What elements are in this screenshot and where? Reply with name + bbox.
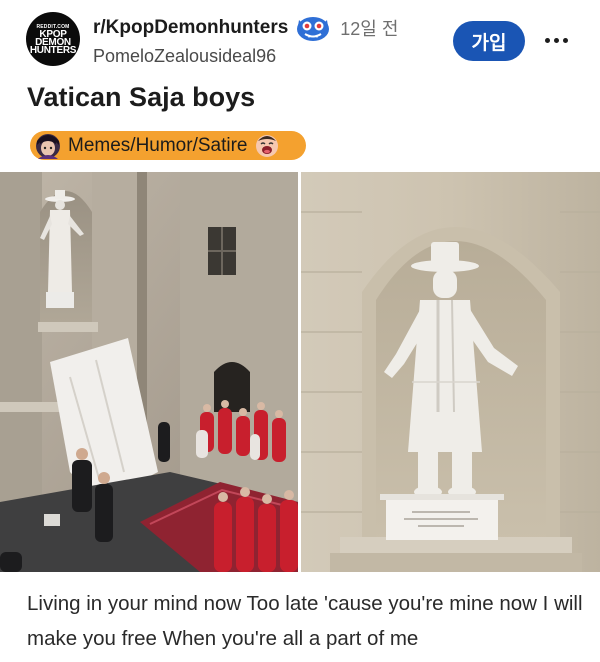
more-dot <box>544 37 550 43</box>
avatar-line-4: HUNTERS <box>29 45 77 56</box>
join-button[interactable]: 가입 <box>453 21 525 61</box>
left-photo <box>0 172 298 572</box>
more-options-icon[interactable] <box>540 28 572 52</box>
blue-demon-tiger-icon <box>297 17 330 41</box>
subreddit-name[interactable]: r/KpopDemonhunters <box>93 17 288 39</box>
post-time: 12일 전 <box>340 19 399 39</box>
post-header: REDDIT.COM KPOP DEMON HUNTERS r/KpopDemo… <box>0 0 600 80</box>
character-avatar-icon <box>36 133 60 159</box>
subreddit-row: r/KpopDemonhunters 12일 전 <box>93 14 398 42</box>
post-title[interactable]: Vatican Saja boys <box>27 82 255 113</box>
post-author[interactable]: PomeloZealousideal96 <box>93 46 276 67</box>
more-dot <box>553 37 559 43</box>
post-body: Living in your mind now Too late 'cause … <box>27 592 583 650</box>
right-photo <box>300 172 600 572</box>
post-flair[interactable]: Memes/Humor/Satire <box>30 131 306 160</box>
laughing-face-icon <box>255 134 278 157</box>
post-image-graphic <box>0 172 600 572</box>
avatar-logo: REDDIT.COM KPOP DEMON HUNTERS <box>26 12 80 66</box>
more-dot <box>562 37 568 43</box>
flair-label: Memes/Humor/Satire <box>68 134 248 156</box>
subreddit-avatar[interactable]: REDDIT.COM KPOP DEMON HUNTERS <box>26 12 80 66</box>
post-image[interactable] <box>0 172 600 572</box>
